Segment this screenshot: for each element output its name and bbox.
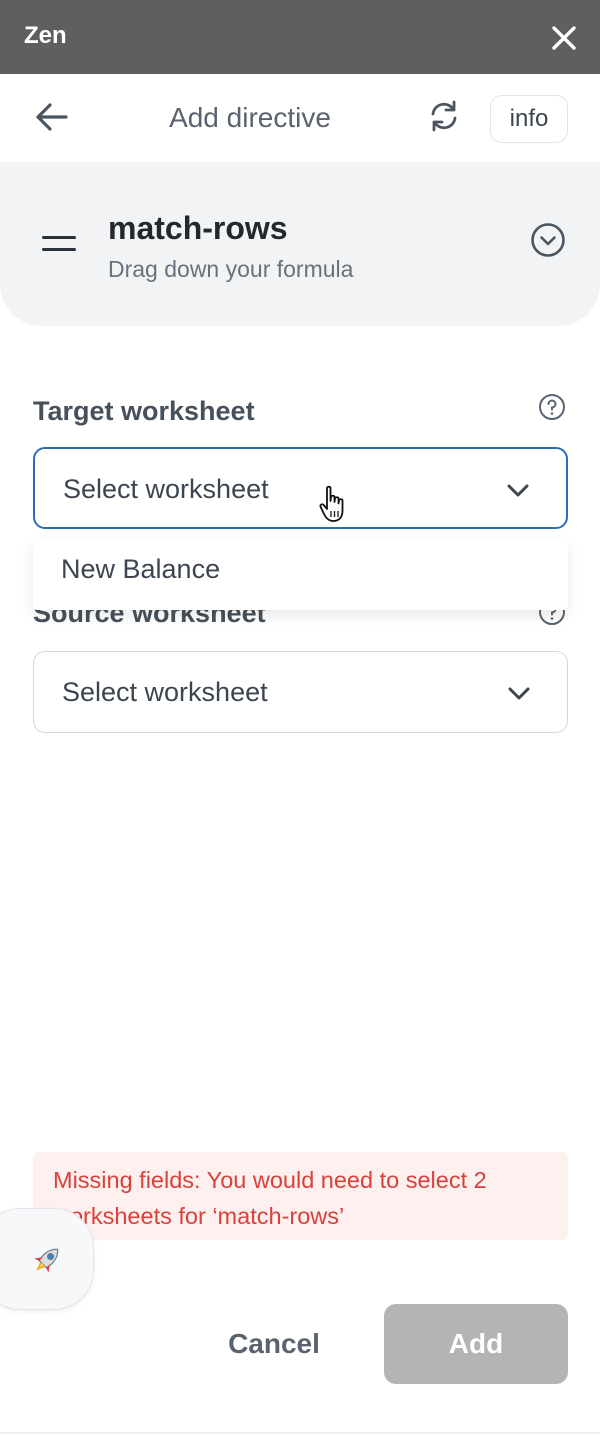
error-message-box: Missing fields: You would need to select… <box>33 1152 568 1240</box>
worksheet-dropdown-menu: New Balance <box>33 538 568 610</box>
page-title: Add directive <box>169 102 331 133</box>
target-worksheet-select[interactable]: Select worksheet <box>33 447 568 529</box>
chevron-down-icon <box>507 484 529 497</box>
rocket-icon <box>34 1248 59 1273</box>
expand-button[interactable] <box>530 222 566 258</box>
question-circle-icon[interactable] <box>538 393 566 421</box>
directive-description: Drag down your formula <box>108 256 354 282</box>
header: Add directive info <box>0 74 600 162</box>
source-worksheet-select[interactable]: Select worksheet <box>33 651 568 733</box>
directive-name: match-rows <box>108 210 288 246</box>
add-button[interactable]: Add <box>384 1304 568 1384</box>
title-bar: Zen <box>0 0 600 74</box>
target-worksheet-value: Select worksheet <box>63 474 269 504</box>
launcher-button[interactable] <box>0 1208 94 1310</box>
chevron-down-circle-icon <box>531 223 565 257</box>
bottom-divider <box>0 1432 600 1434</box>
hand-pointer-icon <box>319 485 344 522</box>
refresh-icon <box>431 100 457 132</box>
refresh-button[interactable] <box>424 96 464 136</box>
close-button[interactable] <box>548 22 580 54</box>
arrow-left-icon <box>36 103 68 131</box>
cancel-button[interactable]: Cancel <box>200 1304 348 1384</box>
source-worksheet-value: Select worksheet <box>62 677 268 707</box>
drag-handle-icon[interactable] <box>42 234 76 254</box>
app-title: Zen <box>24 22 67 49</box>
info-button[interactable]: info <box>490 95 568 143</box>
directive-card: match-rows Drag down your formula <box>0 162 600 326</box>
back-button[interactable] <box>30 96 74 140</box>
target-worksheet-label: Target worksheet <box>33 396 255 426</box>
dropdown-option-label: New Balance <box>61 554 221 584</box>
dropdown-option-new-balance[interactable]: New Balance <box>33 538 568 604</box>
close-icon <box>552 26 576 50</box>
error-message: Missing fields: You would need to select… <box>53 1167 487 1229</box>
chevron-down-icon <box>508 687 530 700</box>
